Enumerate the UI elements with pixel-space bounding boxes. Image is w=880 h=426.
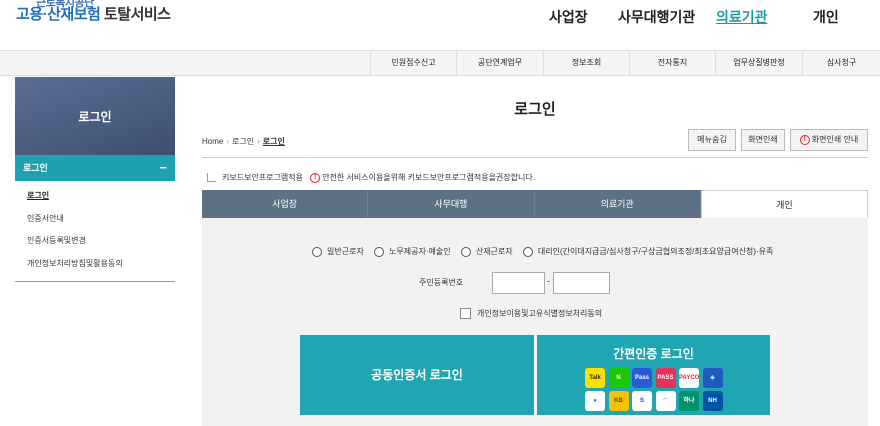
simple-auth-label: 간편인증 로그인	[613, 347, 694, 361]
certificate-login-button[interactable]: 공동인증서 로그인	[300, 335, 534, 415]
kb-icon[interactable]: KB	[608, 391, 629, 411]
chevron-right-icon: ›	[226, 137, 230, 146]
alert-icon: !	[310, 172, 321, 183]
keyboard-security-row: 키보드보안프로그램적용 ! 안전한 서비스이용을위해 키보드보안프로그램적용을권장…	[207, 172, 535, 183]
breadcrumb-item[interactable]: 로그인	[232, 137, 254, 146]
gnb-item-workplace[interactable]: 사업장	[549, 7, 588, 27]
pass-icon[interactable]: PASS	[655, 368, 676, 388]
tab-workplace[interactable]: 사업장	[202, 190, 369, 218]
radio-label: 산재근로자	[475, 247, 513, 256]
keyboard-security-warning: 안전한 서비스이용을위해 키보드보안프로그램적용을권장합니다.	[322, 173, 535, 182]
radio-label: 노무제공자·예술인	[389, 247, 451, 256]
ssn-front-input[interactable]	[492, 272, 545, 294]
ssn-label: 주민등록번호	[419, 278, 464, 287]
subnav-item-inquiry[interactable]: 정보조회	[543, 51, 629, 75]
side-nav: 로그인 로그인 − 로그인 인증서안내 인증서등록및변경 개인정보처리방침및활용동…	[15, 77, 175, 282]
print-guide-button[interactable]: ! 화면인쇄 안내	[790, 129, 868, 151]
privacy-agree-row: 개인정보이용및고유식별정보처리동의	[460, 308, 603, 320]
subnav-item-disease[interactable]: 업무상질병판정	[715, 51, 802, 75]
tab-agency[interactable]: 사무대행	[368, 190, 535, 218]
keyboard-security-checkbox[interactable]	[207, 173, 216, 183]
radio-general-worker[interactable]	[312, 246, 322, 257]
side-nav-item-privacy[interactable]: 개인정보처리방침및활용동의	[15, 253, 175, 276]
subnav-item-review[interactable]: 심사청구	[802, 51, 880, 75]
global-nav: 사업장 사무대행기관 의료기관 개인	[0, 7, 880, 27]
subnav-item-linked[interactable]: 공단연계업무	[456, 51, 543, 75]
side-nav-section-label: 로그인	[23, 163, 48, 173]
breadcrumb: Home › 로그인 › 로그인	[202, 136, 285, 147]
simple-auth-login-button[interactable]: 간편인증 로그인 Talk N Pass PASS PAYCO ◈ ● KB S ◠ 하나 NH	[537, 335, 770, 415]
hana-icon[interactable]: 하나	[679, 391, 699, 411]
tab-personal[interactable]: 개인	[700, 190, 868, 218]
shinhan-icon[interactable]: S	[632, 391, 652, 411]
keyboard-security-label: 키보드보안프로그램적용	[222, 173, 303, 182]
user-type-radios: 일반근로자 노무제공자·예술인 산재근로자 대리인(간이대지급금/심사청구/구상…	[312, 246, 781, 257]
login-tabs: 사업장 사무대행 의료기관 개인	[202, 190, 868, 218]
nh-icon[interactable]: NH	[702, 391, 723, 411]
tab-medical[interactable]: 의료기관	[534, 190, 701, 218]
subnav-item-notice[interactable]: 전자통지	[629, 51, 715, 75]
alert-icon: !	[799, 134, 810, 145]
ssn-dash: -	[547, 276, 550, 286]
samsung-icon[interactable]: ●	[585, 391, 605, 411]
radio-label: 대리인(간이대지급금/심사청구/구상금협의조정/최초요양급여신청)·유족	[537, 247, 774, 256]
divider	[202, 157, 868, 158]
side-nav-section[interactable]: 로그인 −	[15, 155, 175, 181]
naver-icon[interactable]: N	[608, 368, 629, 388]
page-tools: 메뉴숨김 화면인쇄 ! 화면인쇄 안내	[688, 129, 868, 151]
gnb-item-medical[interactable]: 의료기관	[716, 7, 768, 27]
side-nav-item-cert-register[interactable]: 인증서등록및변경	[15, 230, 175, 253]
print-button[interactable]: 화면인쇄	[741, 129, 785, 151]
print-guide-label: 화면인쇄 안내	[811, 135, 859, 144]
radio-labor-provider[interactable]	[374, 246, 385, 257]
breadcrumb-current: 로그인	[262, 137, 285, 146]
toss-pass-icon[interactable]: Pass	[632, 368, 652, 388]
payco-icon[interactable]: PAYCO	[679, 368, 699, 388]
hide-menu-button[interactable]: 메뉴숨김	[688, 129, 736, 151]
breadcrumb-home[interactable]: Home	[202, 137, 223, 146]
ssn-back-input[interactable]	[553, 272, 610, 294]
side-nav-list: 로그인 인증서안내 인증서등록및변경 개인정보처리방침및활용동의	[15, 181, 175, 282]
site-header: 근로복지공단 고용·산재보험 토탈서비스 사업장 사무대행기관 의료기관 개인	[0, 0, 880, 50]
page-title: 로그인	[514, 101, 556, 118]
radio-label: 일반근로자	[327, 247, 364, 256]
subnav-item-civil[interactable]: 민원접수신고	[370, 51, 456, 75]
privacy-agree-label: 개인정보이용및고유식별정보처리동의	[477, 309, 603, 318]
kakao-icon[interactable]: Talk	[585, 368, 605, 388]
side-nav-item-cert-guide[interactable]: 인증서안내	[15, 208, 175, 231]
sub-nav: 민원접수신고 공단연계업무 정보조회 전자통지 업무상질병판정 심사청구	[0, 50, 880, 76]
gnb-item-agency[interactable]: 사무대행기관	[618, 7, 695, 27]
shield-icon[interactable]: ◈	[702, 368, 723, 388]
woori-icon[interactable]: ◠	[655, 391, 676, 411]
privacy-agree-checkbox[interactable]	[460, 308, 471, 320]
radio-injured-worker[interactable]	[460, 246, 471, 257]
collapse-icon[interactable]: −	[159, 155, 167, 181]
gnb-item-personal[interactable]: 개인	[813, 7, 839, 27]
side-nav-item-login[interactable]: 로그인	[15, 185, 175, 208]
radio-agent[interactable]	[522, 246, 533, 257]
side-nav-title: 로그인	[15, 77, 175, 155]
login-panel: 일반근로자 노무제공자·예술인 산재근로자 대리인(간이대지급금/심사청구/구상…	[202, 218, 868, 426]
chevron-right-icon: ›	[257, 137, 260, 146]
